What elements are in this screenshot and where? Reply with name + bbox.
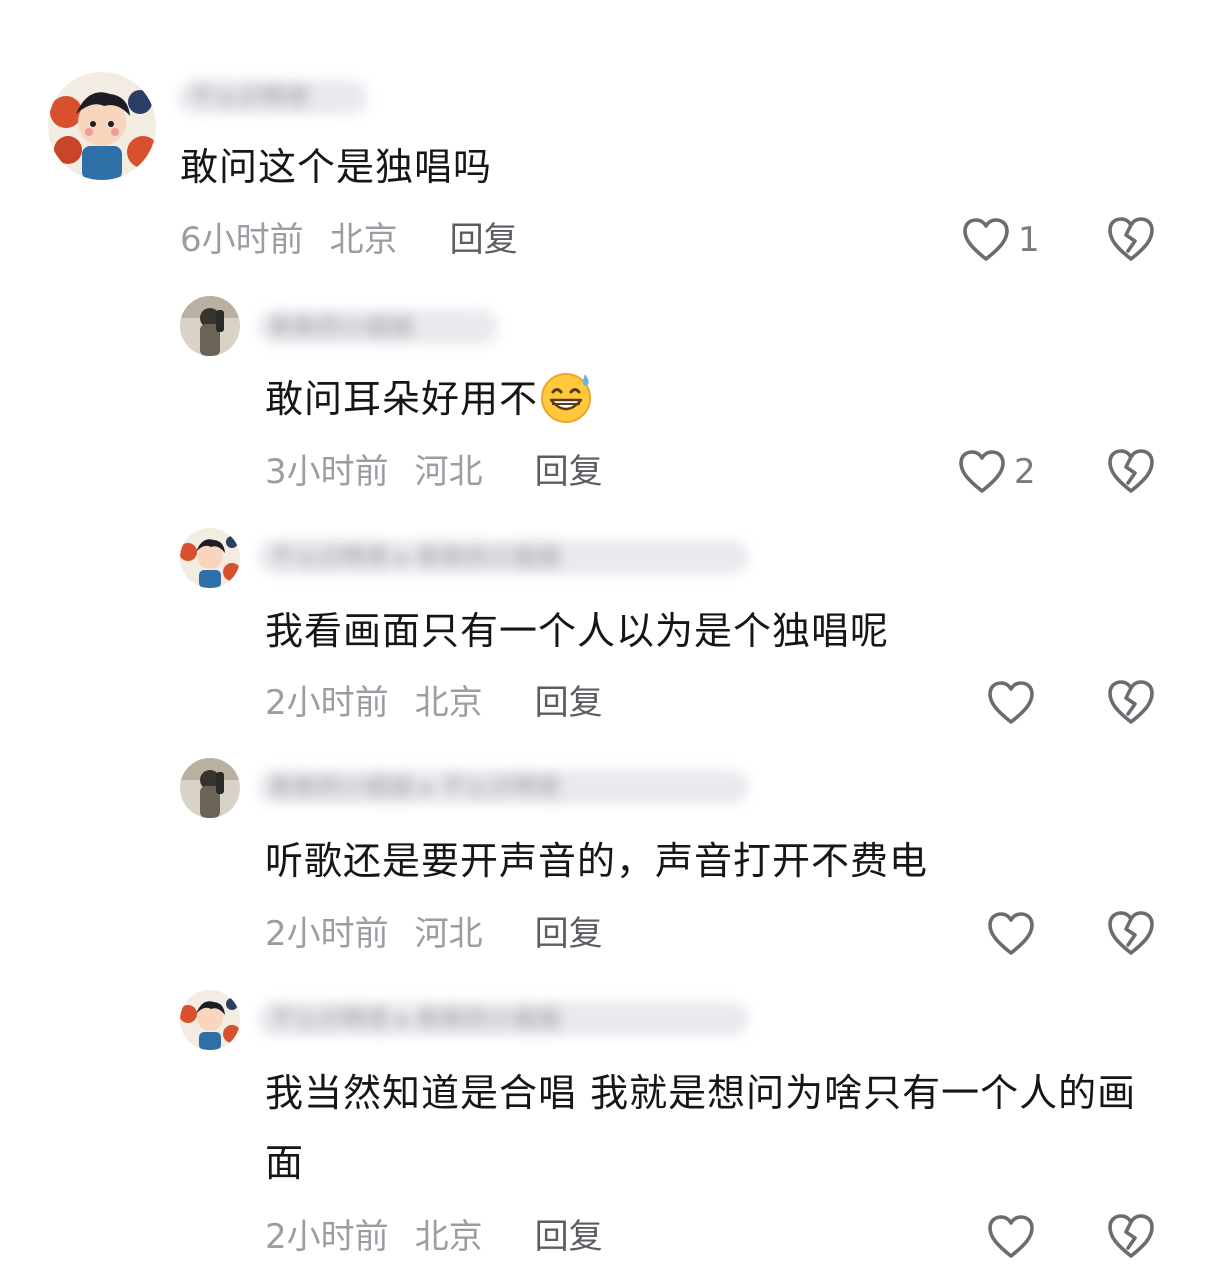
like-count: 1 [1018,220,1040,260]
username[interactable]: 不认识啊老 ▸ 新新的小姐姐 [258,1002,748,1036]
comment-text: 敢问这个是独唱吗 [180,145,493,189]
timestamp: 6小时前 [180,220,304,260]
location: 北京 [329,220,398,260]
broken-heart-icon [1106,1212,1156,1260]
broken-heart-icon [1106,909,1156,957]
comment-meta: 2小时前 河北 回复 [265,909,603,959]
avatar[interactable] [180,528,240,588]
reply-button[interactable]: 回复 [450,220,518,260]
username[interactable]: 新新的小姐姐 [258,310,498,344]
like-button[interactable]: 1 [962,215,1040,265]
comment-meta: 2小时前 北京 回复 [265,1212,603,1262]
like-button[interactable]: 2 [958,447,1036,497]
reply-button[interactable]: 回复 [535,1217,603,1257]
comment-text: 我当然知道是合唱 我就是想问为啥只有一个人的画面 [265,1071,1137,1185]
comment-meta: 2小时前 北京 回复 [265,678,603,728]
comment-meta: 6小时前 北京 回复 [180,215,518,265]
like-count: 2 [1014,452,1036,492]
like-button[interactable] [987,678,1035,728]
comment-meta: 3小时前 河北 回复 [265,447,603,497]
timestamp: 2小时前 [265,1217,389,1257]
timestamp: 3小时前 [265,452,389,492]
heart-outline-icon [987,1214,1035,1260]
avatar[interactable] [180,990,240,1050]
dislike-button[interactable] [1106,1212,1156,1262]
like-button[interactable] [987,909,1035,959]
dislike-button[interactable] [1106,215,1156,265]
timestamp: 2小时前 [265,683,389,723]
broken-heart-icon [1106,447,1156,495]
broken-heart-icon [1106,678,1156,726]
heart-outline-icon [958,449,1006,495]
dislike-button[interactable] [1106,909,1156,959]
avatar[interactable] [180,296,240,356]
username[interactable]: 不认识啊老 ▸ 新新的小姐姐 [258,540,748,574]
sweat-grin-emoji [538,368,594,424]
comment-text: 我看画面只有一个人以为是个独唱呢 [265,609,890,653]
heart-outline-icon [987,680,1035,726]
heart-outline-icon [987,911,1035,957]
dislike-button[interactable] [1106,678,1156,728]
comment-text: 敢问耳朵好用不 [265,364,1125,434]
comment-item: 不认识啊老 敢问这个是独唱吗 6小时前 北京 回复 1 [0,0,1206,290]
username[interactable]: 不认识啊老 [178,80,368,114]
location: 北京 [414,1217,483,1257]
comment-text: 听歌还是要开声音的，声音打开不费电 [265,839,929,883]
timestamp: 2小时前 [265,914,389,954]
reply-button[interactable]: 回复 [535,914,603,954]
reply-item: 不认识啊老 ▸ 新新的小姐姐 我当然知道是合唱 我就是想问为啥只有一个人的画面 … [0,980,1206,1275]
broken-heart-icon [1106,215,1156,263]
location: 北京 [414,683,483,723]
reply-button[interactable]: 回复 [535,683,603,723]
reply-item: 新新的小姐姐 ▸ 不认识啊老 听歌还是要开声音的，声音打开不费电 2小时前 河北 回… [0,750,1206,980]
reply-item: 新新的小姐姐 敢问耳朵好用不 3小时前 河北 回复 2 [0,290,1206,520]
reply-button[interactable]: 回复 [535,452,603,492]
location: 河北 [414,452,483,492]
like-button[interactable] [987,1212,1035,1262]
heart-outline-icon [962,217,1010,263]
avatar[interactable] [180,758,240,818]
reply-item: 不认识啊老 ▸ 新新的小姐姐 我看画面只有一个人以为是个独唱呢 2小时前 北京 回复 [0,520,1206,750]
comment-text-content: 敢问耳朵好用不 [265,377,539,421]
avatar[interactable] [48,72,156,180]
dislike-button[interactable] [1106,447,1156,497]
location: 河北 [414,914,483,954]
username[interactable]: 新新的小姐姐 ▸ 不认识啊老 [258,770,748,804]
